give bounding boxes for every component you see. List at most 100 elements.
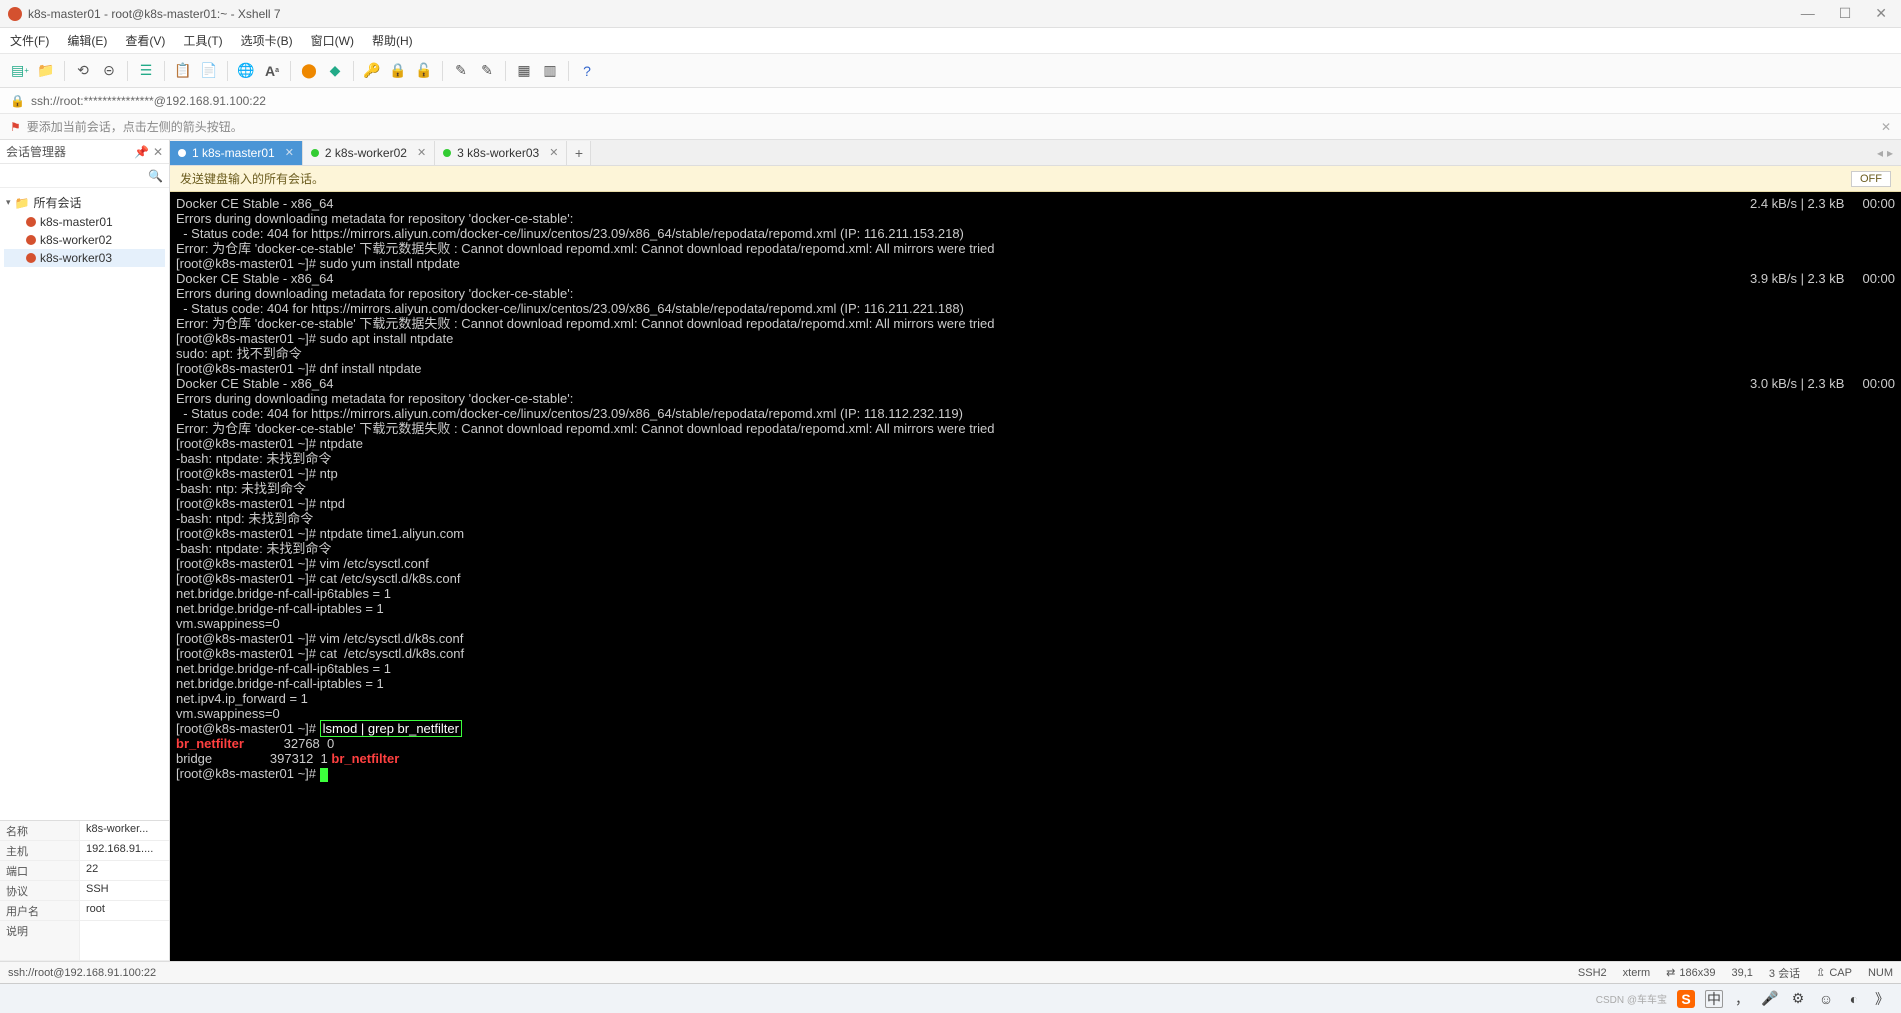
paste-icon[interactable]: 📄: [199, 61, 219, 81]
close-button[interactable]: ✕: [1869, 5, 1893, 22]
tab-master01[interactable]: 1 k8s-master01 ✕: [170, 141, 303, 165]
mic-icon[interactable]: 🎤: [1761, 990, 1779, 1008]
sidebar-close-icon[interactable]: ✕: [153, 145, 163, 159]
prop-val: 22: [80, 861, 169, 880]
prop-key: 用户名: [0, 901, 80, 920]
status-rows: 39,1: [1731, 967, 1752, 979]
hintbar: ⚑ 要添加当前会话，点击左侧的箭头按钮。 ✕: [0, 114, 1901, 140]
prop-val: k8s-worker...: [80, 821, 169, 840]
tab-close-icon[interactable]: ✕: [285, 146, 294, 159]
window-title: k8s-master01 - root@k8s-master01:~ - Xsh…: [28, 7, 1795, 21]
menu-help[interactable]: 帮助(H): [372, 32, 413, 49]
addressbar: 🔒: [0, 88, 1901, 114]
menu-tools[interactable]: 工具(T): [183, 32, 222, 49]
tree-root[interactable]: 📁 所有会话: [4, 192, 165, 213]
broadcast-text: 发送键盘输入的所有会话。: [180, 170, 324, 187]
layout2-icon[interactable]: ▥: [540, 61, 560, 81]
smiley-icon[interactable]: ☺: [1817, 990, 1835, 1008]
tree-item-worker02[interactable]: k8s-worker02: [4, 231, 165, 249]
tab-label: 2 k8s-worker02: [325, 146, 407, 160]
tab-label: 3 k8s-worker03: [457, 146, 539, 160]
minimize-button[interactable]: —: [1795, 5, 1821, 22]
open-icon[interactable]: 📁: [36, 61, 56, 81]
session-tree: 📁 所有会话 k8s-master01 k8s-worker02 k8s-wor…: [0, 188, 169, 820]
tab-status-icon: [443, 149, 451, 157]
tab-label: 1 k8s-master01: [192, 146, 275, 160]
dim-icon: ⇄: [1666, 966, 1675, 979]
xftp-icon[interactable]: ◆: [325, 61, 345, 81]
highlight-icon[interactable]: ✎: [477, 61, 497, 81]
hint-close-icon[interactable]: ✕: [1881, 120, 1891, 134]
session-icon: [26, 235, 36, 245]
unlock-icon[interactable]: 🔓: [414, 61, 434, 81]
statusbar: ssh://root@192.168.91.100:22 SSH2 xterm …: [0, 961, 1901, 983]
status-conn: ssh://root@192.168.91.100:22: [8, 967, 156, 979]
broadcast-toggle[interactable]: OFF: [1851, 171, 1891, 187]
new-session-icon[interactable]: ▤+: [10, 61, 30, 81]
tree-item-worker03[interactable]: k8s-worker03: [4, 249, 165, 267]
tab-close-icon[interactable]: ✕: [417, 146, 426, 159]
globe-icon[interactable]: 🌐: [236, 61, 256, 81]
disconnect-icon[interactable]: ⊝: [99, 61, 119, 81]
lock-icon[interactable]: 🔒: [388, 61, 408, 81]
prop-key: 主机: [0, 841, 80, 860]
taskbar: CSDN @车车宝 S 中 ， 🎤 ⚙ ☺ ◐ 》: [0, 983, 1901, 1013]
expand-icon[interactable]: 》: [1873, 990, 1891, 1008]
prop-val: 192.168.91....: [80, 841, 169, 860]
prop-val: SSH: [80, 881, 169, 900]
address-input[interactable]: [31, 94, 1891, 108]
tab-status-icon: [311, 149, 319, 157]
menu-edit[interactable]: 编辑(E): [67, 32, 107, 49]
tree-item-label: k8s-worker02: [40, 233, 112, 247]
prop-key: 名称: [0, 821, 80, 840]
session-icon: [26, 217, 36, 227]
tray-app-icon[interactable]: S: [1677, 990, 1695, 1008]
menubar: 文件(F) 编辑(E) 查看(V) 工具(T) 选项卡(B) 窗口(W) 帮助(…: [0, 28, 1901, 54]
menu-window[interactable]: 窗口(W): [311, 32, 354, 49]
copy-icon[interactable]: 📋: [173, 61, 193, 81]
maximize-button[interactable]: ☐: [1833, 5, 1858, 22]
prop-key: 说明: [0, 921, 80, 960]
tab-worker03[interactable]: 3 k8s-worker03 ✕: [435, 141, 567, 165]
tree-item-label: k8s-master01: [40, 215, 113, 229]
find-icon[interactable]: ⬤: [299, 61, 319, 81]
tree-item-label: k8s-worker03: [40, 251, 112, 265]
sidebar-title: 会话管理器: [6, 143, 66, 160]
tab-prev-icon[interactable]: ◂: [1877, 146, 1883, 160]
fullwidth-icon[interactable]: ◐: [1845, 990, 1863, 1008]
compose-icon[interactable]: ✎: [451, 61, 471, 81]
font-icon[interactable]: Aa: [262, 61, 282, 81]
settings-icon[interactable]: ⚙: [1789, 990, 1807, 1008]
tab-next-icon[interactable]: ▸: [1887, 146, 1893, 160]
prop-val: [80, 921, 169, 960]
status-size: 186x39: [1679, 967, 1715, 979]
help-icon[interactable]: ?: [577, 61, 597, 81]
layout1-icon[interactable]: ▦: [514, 61, 534, 81]
ime-icon[interactable]: 中: [1705, 990, 1723, 1008]
session-manager-panel: 会话管理器 📌 ✕ 🔍 📁 所有会话 k8s-master01 k8s-wo: [0, 140, 170, 961]
app-icon: [8, 7, 22, 21]
menu-tabs[interactable]: 选项卡(B): [241, 32, 293, 49]
prop-key: 协议: [0, 881, 80, 900]
status-term: xterm: [1623, 967, 1651, 979]
tab-worker02[interactable]: 2 k8s-worker02 ✕: [303, 141, 435, 165]
menu-view[interactable]: 查看(V): [125, 32, 165, 49]
tab-add-button[interactable]: +: [567, 141, 591, 165]
key-icon[interactable]: 🔑: [362, 61, 382, 81]
folder-icon: 📁: [15, 196, 30, 210]
tree-item-master01[interactable]: k8s-master01: [4, 213, 165, 231]
watermark: CSDN @车车宝: [1596, 991, 1667, 1006]
status-sess: 3 会话: [1769, 965, 1800, 981]
terminal[interactable]: 2.4 kB/s | 2.3 kB 00:00Docker CE Stable …: [170, 192, 1901, 961]
punct-icon[interactable]: ，: [1733, 990, 1751, 1008]
properties-icon[interactable]: ☰: [136, 61, 156, 81]
tab-close-icon[interactable]: ✕: [549, 146, 558, 159]
search-icon[interactable]: 🔍: [148, 169, 163, 183]
tab-status-icon: [178, 149, 186, 157]
menu-file[interactable]: 文件(F): [10, 32, 49, 49]
pin-icon[interactable]: 📌: [134, 145, 149, 159]
caps-icon: ⇫: [1816, 966, 1825, 979]
session-icon: [26, 253, 36, 263]
reconnect-icon[interactable]: ⟲: [73, 61, 93, 81]
hint-text: 要添加当前会话，点击左侧的箭头按钮。: [27, 118, 243, 135]
